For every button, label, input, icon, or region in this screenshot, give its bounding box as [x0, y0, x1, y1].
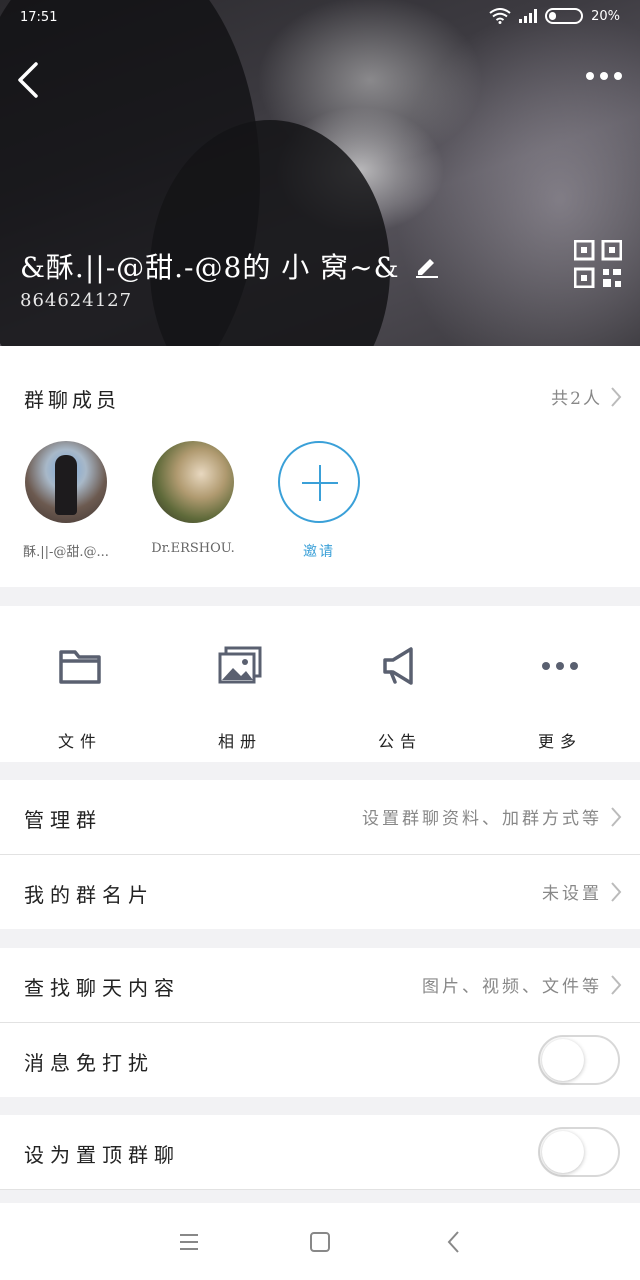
- files-tool[interactable]: 文件: [0, 646, 160, 752]
- invite-label: 邀请: [303, 544, 335, 560]
- status-icons: 20%: [489, 8, 620, 24]
- more-tool[interactable]: 更多: [480, 646, 640, 752]
- manage-group-row[interactable]: 管理群 设置群聊资料、加群方式等: [0, 780, 640, 854]
- group-name-row: &酥.||-@甜.-@8的 小 窝~&: [20, 246, 440, 286]
- tool-label: 更多: [537, 732, 582, 751]
- row-label: 管理群: [24, 808, 102, 832]
- mute-toggle[interactable]: [538, 1035, 620, 1085]
- back-nav-icon[interactable]: [441, 1229, 467, 1255]
- row-value-wrap: 设置群聊资料、加群方式等: [362, 804, 622, 829]
- megaphone-icon: [383, 647, 413, 685]
- my-group-card-row[interactable]: 我的群名片 未设置: [0, 855, 640, 929]
- qr-code-icon[interactable]: [574, 240, 622, 288]
- members-count-link[interactable]: 共2人: [551, 384, 622, 409]
- members-count: 共2人: [551, 389, 602, 409]
- more-options-button[interactable]: [586, 72, 622, 80]
- group-tools: 文件 相册 公告 更多: [0, 606, 640, 762]
- announcement-tool[interactable]: 公告: [320, 646, 480, 752]
- more-icon: [542, 662, 578, 670]
- album-tool[interactable]: 相册: [160, 646, 320, 752]
- menu-icon[interactable]: [176, 1229, 202, 1255]
- battery-icon: [545, 8, 584, 24]
- back-button[interactable]: [14, 60, 44, 100]
- row-value-wrap: 未设置: [542, 879, 622, 904]
- chevron-right-icon: [611, 386, 622, 407]
- row-value: 图片、视频、文件等: [422, 977, 602, 997]
- row-value-wrap: 图片、视频、文件等: [422, 972, 622, 997]
- tool-label: 公告: [377, 732, 422, 751]
- folder-icon: [59, 650, 101, 684]
- chevron-right-icon: [611, 806, 622, 827]
- dot-icon: [600, 72, 608, 80]
- mute-row: 消息免打扰: [0, 1023, 640, 1097]
- members-title: 群聊成员: [24, 388, 120, 412]
- signal-icon: [519, 9, 538, 23]
- divider: [0, 1189, 640, 1190]
- row-value: 设置群聊资料、加群方式等: [362, 809, 602, 829]
- pin-toggle[interactable]: [538, 1127, 620, 1177]
- search-chat-row[interactable]: 查找聊天内容 图片、视频、文件等: [0, 948, 640, 1022]
- album-icon: [218, 646, 262, 684]
- row-label: 我的群名片: [24, 883, 154, 907]
- row-value: 未设置: [542, 884, 602, 904]
- members-section: 群聊成员 共2人 酥.||-@甜.@... Dr.ERSHOU. 邀请: [0, 346, 640, 587]
- wifi-icon: [489, 8, 511, 24]
- tool-label: 相册: [217, 732, 262, 751]
- pin-row: 设为置顶群聊: [0, 1115, 640, 1189]
- status-time: 17:51: [20, 10, 58, 25]
- home-icon[interactable]: [307, 1229, 333, 1255]
- battery-percent: 20%: [591, 8, 620, 24]
- chevron-right-icon: [611, 881, 622, 902]
- avatar[interactable]: [152, 441, 234, 523]
- row-label: 消息免打扰: [24, 1051, 154, 1075]
- edit-icon[interactable]: [414, 253, 440, 279]
- system-nav-bar: [0, 1203, 640, 1280]
- group-id: 864624127: [20, 290, 133, 311]
- dot-icon: [614, 72, 622, 80]
- avatar[interactable]: [25, 441, 107, 523]
- group-header: 17:51 20% &酥.||-@甜.-@8的 小 窝~& 864624127: [0, 0, 640, 346]
- chevron-right-icon: [611, 974, 622, 995]
- row-label: 设为置顶群聊: [24, 1143, 180, 1167]
- row-label: 查找聊天内容: [24, 976, 180, 1000]
- tool-label: 文件: [57, 732, 102, 751]
- invite-button[interactable]: [278, 441, 360, 523]
- dot-icon: [586, 72, 594, 80]
- member-name: Dr.ERSHOU.: [151, 541, 235, 556]
- group-name: &酥.||-@甜.-@8的 小 窝~&: [20, 251, 400, 284]
- member-name: 酥.||-@甜.@...: [23, 545, 109, 560]
